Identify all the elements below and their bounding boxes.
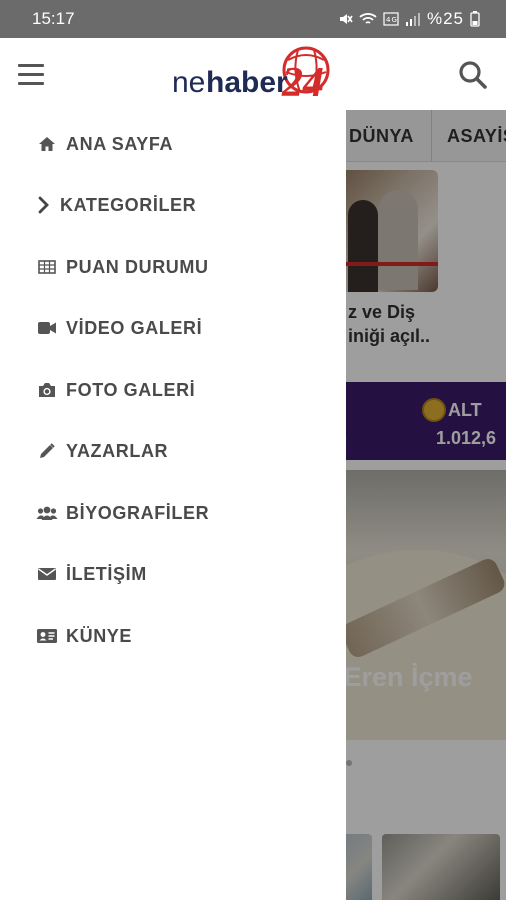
navigation-drawer: ANA SAYFA KATEGORİLER PUAN DURUMU VİDEO …	[0, 110, 346, 900]
menu-label: PUAN DURUMU	[66, 256, 209, 277]
menu-item-kategoriler[interactable]: KATEGORİLER	[36, 185, 196, 225]
logo-haber: haber	[206, 66, 288, 99]
pencil-icon	[36, 440, 58, 462]
status-icons: 4G %25	[337, 9, 480, 29]
video-camera-icon	[36, 317, 58, 339]
menu-label: KATEGORİLER	[60, 194, 197, 215]
camera-icon	[36, 379, 58, 401]
chevron-right-icon	[36, 194, 52, 216]
volte-icon: 4G	[383, 12, 399, 26]
battery-text: %25	[426, 9, 464, 28]
menu-item-biyografiler[interactable]: BİYOGRAFİLER	[36, 493, 209, 533]
menu-label: BİYOGRAFİLER	[66, 502, 210, 523]
users-icon	[36, 502, 58, 524]
menu-item-puan-durumu[interactable]: PUAN DURUMU	[36, 247, 209, 287]
table-icon	[36, 256, 58, 278]
search-icon	[459, 61, 487, 89]
menu-label: İLETİŞİM	[66, 563, 147, 584]
svg-text:4G: 4G	[386, 16, 398, 24]
battery-icon	[470, 11, 480, 27]
logo-ne: ne	[172, 66, 205, 99]
status-time: 15:17	[32, 9, 75, 28]
status-bar: 15:17 4G %25	[0, 0, 506, 38]
search-button[interactable]	[458, 60, 488, 90]
wifi-icon	[359, 13, 377, 24]
menu-item-ana-sayfa[interactable]: ANA SAYFA	[36, 124, 173, 164]
menu-item-kunye[interactable]: KÜNYE	[36, 616, 132, 656]
menu-label: KÜNYE	[66, 625, 133, 646]
site-logo[interactable]: ne haber 24	[172, 46, 337, 106]
menu-item-yazarlar[interactable]: YAZARLAR	[36, 431, 168, 471]
home-icon	[36, 133, 58, 155]
app-bar: ne haber 24	[0, 38, 506, 110]
menu-button[interactable]	[18, 64, 44, 86]
mute-icon	[339, 14, 353, 24]
logo-24: 24	[281, 60, 324, 102]
id-card-icon	[36, 625, 58, 647]
menu-item-iletisim[interactable]: İLETİŞİM	[36, 554, 147, 594]
menu-label: FOTO GALERİ	[66, 379, 196, 400]
menu-item-video-galeri[interactable]: VİDEO GALERİ	[36, 308, 202, 348]
menu-label: ANA SAYFA	[66, 133, 174, 154]
envelope-icon	[36, 563, 58, 585]
menu-label: VİDEO GALERİ	[66, 317, 203, 338]
menu-item-foto-galeri[interactable]: FOTO GALERİ	[36, 370, 195, 410]
signal-icon	[405, 13, 420, 26]
menu-label: YAZARLAR	[66, 440, 169, 461]
